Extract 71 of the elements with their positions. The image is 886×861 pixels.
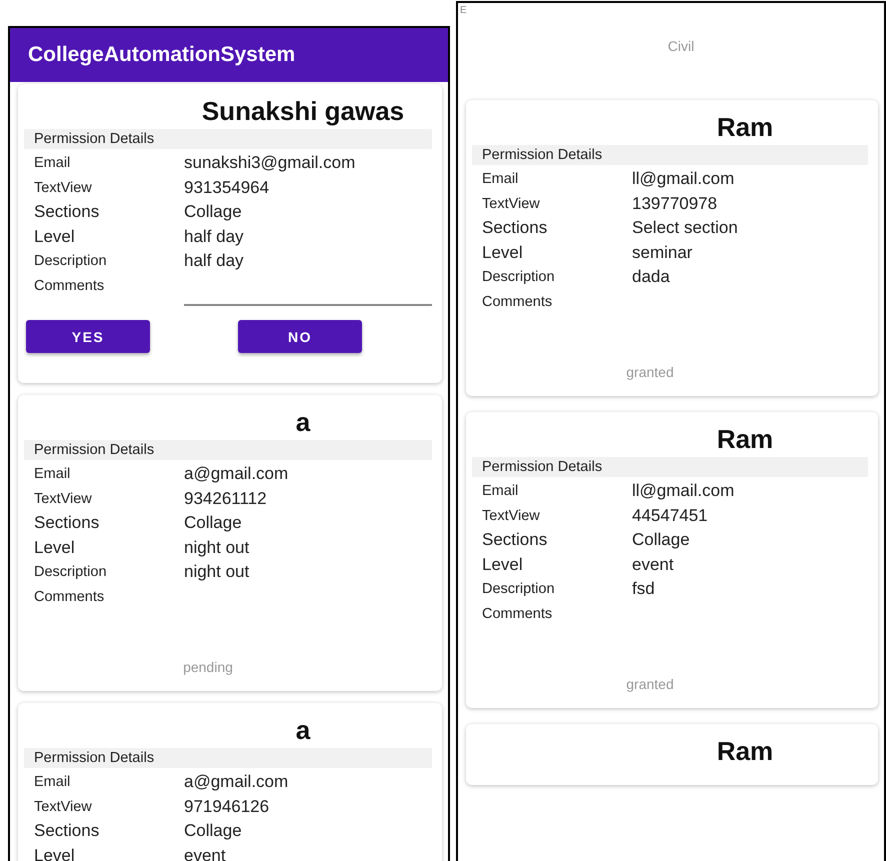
field-value: event xyxy=(632,554,675,575)
field-value: 934261112 xyxy=(184,488,268,509)
corner-text: E xyxy=(459,4,467,16)
yes-button[interactable]: YES xyxy=(26,320,150,353)
field-value: event xyxy=(184,846,227,861)
field-value: dada xyxy=(632,267,671,288)
field-label: Sections xyxy=(482,530,548,550)
field-label: Comments xyxy=(34,278,106,294)
app-title: CollegeAutomationSystem xyxy=(28,43,296,67)
field-label: Description xyxy=(34,564,108,580)
status-text: granted xyxy=(625,675,675,692)
field-label: Comments xyxy=(482,294,554,310)
field-value: night out xyxy=(184,538,250,558)
field-value: Collage xyxy=(632,530,691,550)
field-label: Email xyxy=(482,171,520,188)
field-label: TextView xyxy=(34,180,93,196)
field-label: TextView xyxy=(482,196,541,212)
student-name: Ram xyxy=(716,736,774,767)
field-value: half day xyxy=(184,226,245,247)
field-value: Collage xyxy=(184,513,243,534)
field-label: Description xyxy=(482,269,556,286)
section-header: Permission Details xyxy=(24,748,432,768)
field-value: Collage xyxy=(184,202,243,222)
field-label: TextView xyxy=(34,798,93,815)
section-header: Permission Details xyxy=(24,440,432,460)
section-header: Permission Details xyxy=(472,145,868,165)
student-name: Sunakshi gawas xyxy=(202,96,404,127)
field-value: 971946126 xyxy=(184,796,270,817)
field-value: night out xyxy=(184,562,250,582)
field-label: Level xyxy=(482,554,524,575)
field-value: a@gmail.com xyxy=(184,464,290,484)
field-label: TextView xyxy=(482,508,541,524)
field-label: Sections xyxy=(482,218,548,238)
section-header: Permission Details xyxy=(472,457,868,477)
no-button[interactable]: NO xyxy=(238,320,362,353)
student-name: a xyxy=(296,715,310,746)
field-label: Email xyxy=(34,466,72,482)
field-label: Email xyxy=(482,483,520,500)
field-value: ll@gmail.com xyxy=(632,169,736,190)
section-header: Permission Details xyxy=(24,129,432,149)
field-value: seminar xyxy=(632,242,694,263)
field-label: Sections xyxy=(34,821,100,842)
department-label: Civil xyxy=(668,38,694,54)
field-label: Email xyxy=(34,155,72,172)
field-value: 44547451 xyxy=(632,506,709,526)
field-value: Collage xyxy=(184,821,243,842)
field-label: Level xyxy=(34,226,76,247)
field-label: Level xyxy=(34,538,76,558)
field-label: Description xyxy=(482,581,556,598)
field-value: 139770978 xyxy=(632,194,718,214)
field-label: Sections xyxy=(34,202,100,222)
status-text: pending xyxy=(182,658,234,675)
field-value: half day xyxy=(184,251,245,272)
field-label: Level xyxy=(482,242,524,263)
field-value: fsd xyxy=(632,579,656,600)
student-name: Ram xyxy=(716,424,774,455)
field-label: TextView xyxy=(34,490,93,507)
status-text: granted xyxy=(625,363,675,380)
student-name: a xyxy=(296,407,310,438)
field-label: Comments xyxy=(482,606,554,622)
field-label: Description xyxy=(34,253,108,270)
field-value: ll@gmail.com xyxy=(632,481,736,502)
student-name: Ram xyxy=(716,112,774,143)
field-label: Sections xyxy=(34,513,100,534)
field-value: 931354964 xyxy=(184,178,270,198)
field-label: Level xyxy=(34,846,76,861)
field-label: Email xyxy=(34,774,72,790)
field-label: Comments xyxy=(34,588,106,605)
field-value: a@gmail.com xyxy=(184,772,290,792)
field-value: Select section xyxy=(632,218,739,238)
field-value: sunakshi3@gmail.com xyxy=(184,153,356,174)
